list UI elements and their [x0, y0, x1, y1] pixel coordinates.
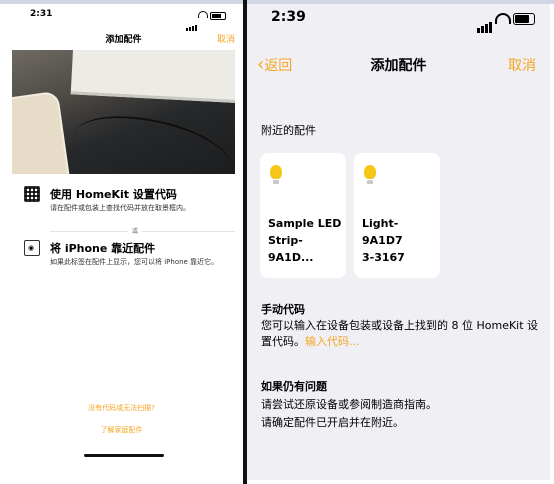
- problem-title: 如果仍有问题: [261, 380, 327, 393]
- nav-bar: 添加配件 取消: [12, 28, 235, 50]
- status-time: 2:39: [271, 9, 306, 25]
- homekit-option-title[interactable]: 使用 HomeKit 设置代码: [50, 186, 177, 202]
- right-phone-screen: 2:39 ‹返回 添加配件 取消 附近的配件 Sample LED Strip-…: [247, 4, 550, 480]
- accessory-name: Sample LED Strip-9A1D...: [268, 215, 344, 266]
- status-time: 2:31: [30, 9, 53, 19]
- wifi-icon: [198, 11, 208, 18]
- battery-icon: [513, 13, 535, 25]
- iphone-nearby-option-desc: 如果此标签在配件上显示，您可以将 iPhone 靠近它。: [50, 258, 219, 266]
- homekit-option-desc: 请在配件或包装上查找代码并放在取景框内。: [50, 204, 190, 212]
- left-phone-screen: 2:31 添加配件 取消 使用 HomeKit 设置代码 请在配件或包装上查找代…: [0, 4, 243, 480]
- signal-icon: [477, 14, 493, 33]
- accessory-name-line1: Sample LED: [268, 217, 342, 230]
- accessory-name-line2: Strip-9A1D...: [268, 234, 314, 264]
- manual-code-text: 您可以输入在设备包装或设备上找到的 8 位 HomeKit 设置代码。: [261, 319, 539, 348]
- cancel-button[interactable]: 取消: [217, 32, 235, 45]
- problem-line-2: 请确定配件已开启并在附近。: [261, 416, 404, 429]
- manual-code-desc: 您可以输入在设备包装或设备上找到的 8 位 HomeKit 设置代码。输入代码.…: [261, 318, 545, 350]
- camera-scene-phone: [12, 90, 74, 174]
- separator-line: [50, 231, 235, 232]
- lightbulb-base: [273, 180, 279, 184]
- lightbulb-base: [367, 180, 373, 184]
- iphone-nearby-option-title[interactable]: 将 iPhone 靠近配件: [50, 240, 155, 256]
- separator-label: 或: [128, 226, 143, 235]
- lightbulb-icon: [270, 165, 282, 179]
- accessory-card[interactable]: Sample LED Strip-9A1D...: [260, 153, 346, 278]
- problem-line-1: 请尝试还原设备或参阅制造商指南。: [261, 398, 437, 411]
- nav-title: 添加配件: [105, 35, 142, 45]
- status-bar: 2:31: [0, 4, 243, 31]
- battery-icon: [210, 12, 226, 20]
- camera-scene-box: [70, 50, 235, 104]
- accessory-name: Light-9A1D7 3-3167: [362, 215, 438, 266]
- nearby-accessories-header: 附近的配件: [261, 124, 316, 137]
- lightbulb-icon: [364, 165, 376, 179]
- camera-viewfinder: [12, 50, 235, 174]
- accessory-name-line1: Light-9A1D7: [362, 217, 403, 247]
- no-code-link[interactable]: 没有代码或无法扫描?: [0, 403, 243, 413]
- camera-scene-cable: [67, 104, 235, 174]
- nav-title: 添加配件: [370, 58, 427, 74]
- wifi-icon: [495, 13, 511, 24]
- accessory-card[interactable]: Light-9A1D7 3-3167: [354, 153, 440, 278]
- cancel-button[interactable]: 取消: [508, 55, 536, 75]
- enter-code-link[interactable]: 输入代码...: [305, 335, 360, 348]
- qr-code-icon: [24, 186, 40, 202]
- manual-code-title: 手动代码: [261, 303, 305, 316]
- accessory-name-line2: 3-3167: [362, 251, 405, 264]
- nfc-tag-icon: ◉: [24, 240, 40, 256]
- home-indicator: [84, 454, 164, 457]
- learn-home-accessories-link[interactable]: 了解家庭配件: [0, 425, 243, 435]
